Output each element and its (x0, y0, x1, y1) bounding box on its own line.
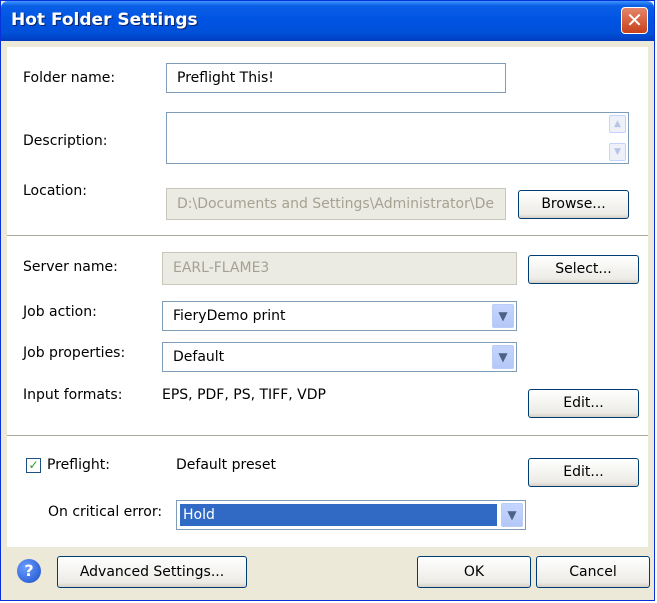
chevron-down-icon[interactable]: ▼ (501, 503, 523, 527)
server-name-label: Server name: (23, 259, 118, 275)
critical-error-label: On critical error: (48, 504, 163, 520)
separator (7, 435, 648, 437)
settings-panel: Folder name: Preflight This! Description… (7, 47, 648, 547)
critical-error-select[interactable]: Hold ▼ (176, 500, 526, 530)
window-title: Hot Folder Settings (11, 10, 198, 30)
advanced-settings-button[interactable]: Advanced Settings... (57, 556, 247, 588)
job-properties-select[interactable]: Default ▼ (162, 342, 517, 372)
close-button[interactable]: ✕ (621, 7, 648, 34)
server-name-input: EARL-FLAME3 (162, 252, 517, 285)
preflight-label: Preflight: (47, 457, 110, 473)
preflight-preset: Default preset (176, 457, 276, 473)
close-icon: ✕ (626, 8, 643, 32)
folder-name-input[interactable]: Preflight This! (166, 63, 506, 93)
edit-preflight-button[interactable]: Edit... (528, 458, 639, 487)
job-properties-label: Job properties: (23, 345, 126, 361)
footer-bar: ? Advanced Settings... OK Cancel (7, 547, 650, 597)
input-formats-label: Input formats: (23, 387, 123, 403)
hot-folder-settings-dialog: Hot Folder Settings ✕ Folder name: Prefl… (0, 0, 655, 601)
location-label: Location: (23, 183, 87, 199)
ok-button[interactable]: OK (417, 556, 531, 588)
separator (7, 235, 648, 237)
scroll-up-icon[interactable]: ▲ (609, 115, 626, 133)
browse-button[interactable]: Browse... (518, 190, 629, 219)
chevron-down-icon[interactable]: ▼ (492, 304, 514, 328)
description-textarea[interactable]: ▲ ▼ (166, 112, 629, 164)
scroll-down-icon[interactable]: ▼ (609, 143, 626, 161)
cancel-button[interactable]: Cancel (536, 556, 650, 588)
input-formats-value: EPS, PDF, PS, TIFF, VDP (162, 387, 326, 403)
location-input: D:\Documents and Settings\Administrator\… (166, 188, 506, 220)
checkmark-icon: ✓ (28, 458, 39, 472)
description-label: Description: (23, 133, 108, 149)
job-action-select[interactable]: FieryDemo print ▼ (162, 301, 517, 331)
preflight-checkbox[interactable]: ✓ (26, 458, 41, 473)
help-icon[interactable]: ? (17, 559, 41, 583)
folder-name-label: Folder name: (23, 70, 116, 86)
job-action-label: Job action: (23, 304, 97, 320)
edit-input-formats-button[interactable]: Edit... (528, 389, 639, 418)
title-bar[interactable]: Hot Folder Settings ✕ (1, 1, 654, 41)
chevron-down-icon[interactable]: ▼ (492, 345, 514, 369)
select-server-button[interactable]: Select... (528, 255, 639, 284)
